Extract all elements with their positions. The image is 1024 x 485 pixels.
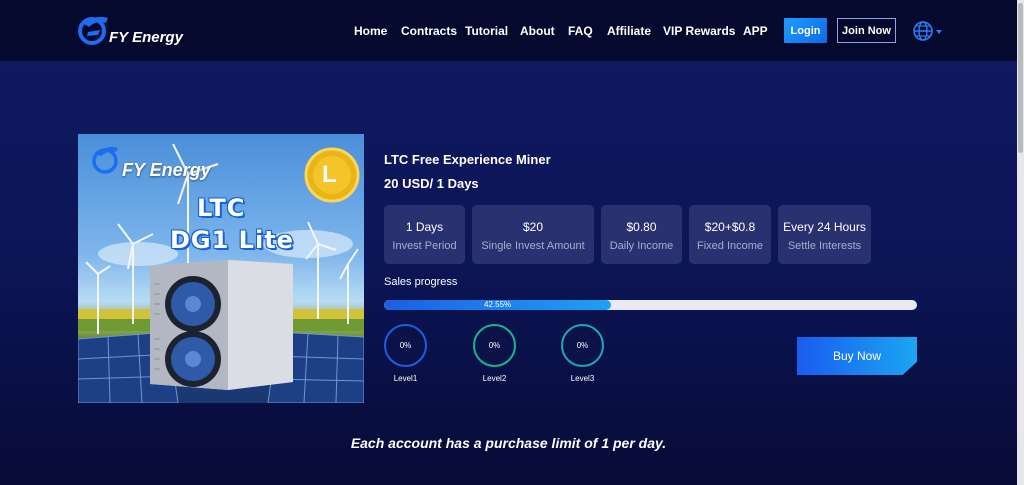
stat-label: Settle Interests — [787, 240, 862, 252]
stat-value: $20+$0.8 — [704, 220, 756, 234]
sales-progress-bar: 42.55% — [384, 300, 917, 310]
top-header: FY Energy Home Contracts Tutorial About … — [0, 0, 1017, 61]
level1-circle: 0% — [384, 324, 427, 367]
image-model-line1: LTC — [197, 194, 246, 222]
level3-label: Level3 — [570, 374, 595, 383]
litecoin-icon: L — [322, 161, 337, 188]
page-scrollbar[interactable] — [1017, 0, 1024, 485]
join-now-button[interactable]: Join Now — [837, 18, 896, 43]
nav-home[interactable]: Home — [354, 24, 387, 38]
level2-circle: 0% — [473, 324, 516, 367]
scrollbar-thumb[interactable] — [1018, 3, 1023, 153]
stat-card: $20 Single Invest Amount — [472, 205, 594, 264]
nav-faq[interactable]: FAQ — [568, 24, 593, 38]
nav-about[interactable]: About — [520, 24, 555, 38]
product-title: LTC Free Experience Miner — [384, 152, 551, 167]
stat-card: $20+$0.8 Fixed Income — [689, 205, 771, 264]
stat-label: Daily Income — [609, 240, 674, 252]
language-selector[interactable] — [912, 20, 944, 42]
image-model-line2: DG1 Lite — [170, 226, 294, 254]
sales-progress-label: Sales progress — [384, 276, 458, 288]
nav-vip-rewards[interactable]: VIP Rewards — [663, 24, 735, 38]
stat-value: Every 24 Hours — [783, 220, 866, 234]
product-price-line: 20 USD/ 1 Days — [384, 176, 479, 191]
stat-value: $20 — [522, 220, 544, 234]
purchase-limit-notice: Each account has a purchase limit of 1 p… — [350, 435, 667, 451]
level2-label: Level2 — [482, 374, 507, 383]
sales-progress-text: 42.55% — [484, 300, 512, 309]
brand-logo[interactable]: FY Energy — [78, 14, 198, 48]
stat-value: $0.80 — [626, 220, 657, 234]
fy-logo-icon — [78, 16, 108, 45]
nav-tutorial[interactable]: Tutorial — [465, 24, 508, 38]
stat-value: 1 Days — [405, 220, 444, 234]
stat-label: Invest Period — [392, 240, 457, 252]
stat-card: $0.80 Daily Income — [601, 205, 682, 264]
brand-name: FY Energy — [109, 29, 183, 46]
login-button[interactable]: Login — [784, 18, 827, 43]
chevron-down-icon — [936, 30, 942, 34]
product-image: FY Energy LTC DG1 Lite L — [78, 134, 364, 403]
buy-now-button[interactable]: Buy Now — [797, 337, 917, 375]
level1-label: Level1 — [393, 374, 418, 383]
stat-card: 1 Days Invest Period — [384, 205, 465, 264]
stat-card: Every 24 Hours Settle Interests — [778, 205, 871, 264]
stat-label: Single Invest Amount — [481, 240, 585, 252]
image-brand-text: FY Energy — [122, 160, 211, 180]
nav-contracts[interactable]: Contracts — [401, 24, 457, 38]
globe-icon — [913, 21, 942, 41]
level3-circle: 0% — [561, 324, 604, 367]
nav-affiliate[interactable]: Affiliate — [607, 24, 651, 38]
nav-app[interactable]: APP — [743, 24, 768, 38]
stat-label: Fixed Income — [696, 240, 764, 252]
